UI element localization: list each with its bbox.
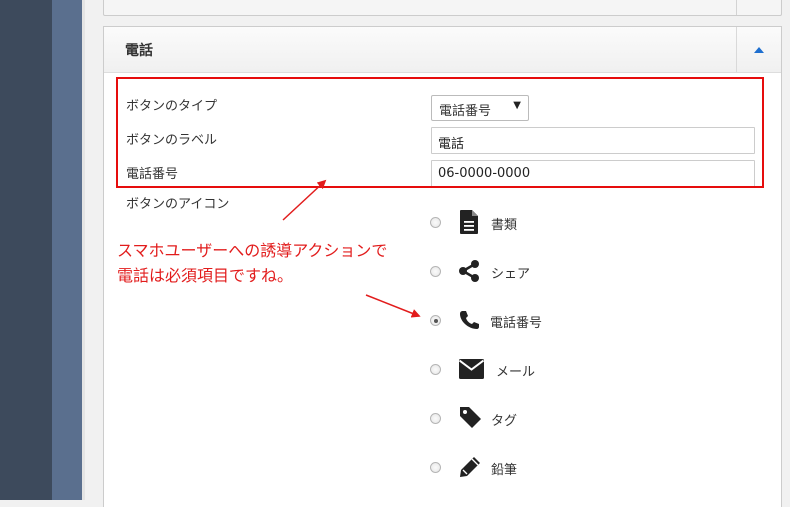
mail-icon bbox=[458, 359, 485, 383]
option-label: 鉛筆 bbox=[491, 463, 518, 478]
collapse-toggle-button[interactable] bbox=[736, 27, 781, 72]
sidebar-edge bbox=[82, 0, 85, 500]
button-label-input[interactable]: 電話 bbox=[431, 127, 755, 154]
radio-phone[interactable] bbox=[430, 315, 441, 326]
button-label-label: ボタンのラベル bbox=[126, 133, 218, 148]
sidebar-active-strip bbox=[52, 0, 82, 500]
annotation-line-2: 電話は必須項目ですね。 bbox=[117, 266, 294, 285]
option-label: シェア bbox=[491, 267, 531, 282]
tag-icon bbox=[459, 406, 482, 433]
option-label: 書類 bbox=[491, 218, 518, 233]
option-label: タグ bbox=[491, 414, 518, 429]
phone-number-label: 電話番号 bbox=[126, 167, 179, 182]
phone-number-value: 06-0000-0000 bbox=[438, 166, 531, 181]
radio-pencil[interactable] bbox=[430, 462, 441, 473]
button-type-selected-value: 電話番号 bbox=[439, 104, 492, 119]
collapse-arrow-icon bbox=[754, 47, 764, 53]
radio-tag[interactable] bbox=[430, 413, 441, 424]
admin-sidebar bbox=[0, 0, 52, 500]
button-type-select[interactable]: 電話番号 ▼ bbox=[431, 95, 529, 121]
button-icon-label: ボタンのアイコン bbox=[126, 197, 230, 212]
phone-icon bbox=[459, 310, 479, 334]
dropdown-arrow-icon: ▼ bbox=[513, 100, 521, 111]
panel-header: 電話 bbox=[104, 27, 781, 73]
document-icon bbox=[460, 210, 478, 238]
button-type-label: ボタンのタイプ bbox=[126, 99, 218, 114]
option-label: メール bbox=[496, 365, 536, 380]
share-icon bbox=[458, 260, 480, 286]
radio-share[interactable] bbox=[430, 266, 441, 277]
option-label: 電話番号 bbox=[490, 316, 543, 331]
radio-document[interactable] bbox=[430, 217, 441, 228]
button-label-value: 電話 bbox=[438, 137, 465, 152]
panel-title: 電話 bbox=[125, 43, 153, 59]
radio-mail[interactable] bbox=[430, 364, 441, 375]
annotation-line-1: スマホユーザーへの誘導アクションで bbox=[117, 241, 388, 260]
previous-panel-footer bbox=[103, 0, 782, 16]
pencil-icon bbox=[459, 456, 481, 482]
phone-number-input[interactable]: 06-0000-0000 bbox=[431, 160, 755, 187]
